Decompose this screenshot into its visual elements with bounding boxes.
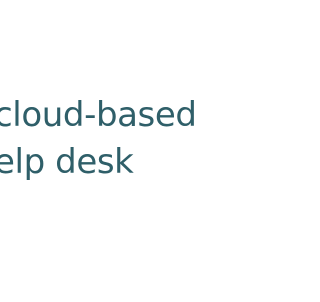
headline: cloud-based elp desk — [0, 92, 197, 186]
headline-line-2: elp desk — [0, 142, 134, 182]
page: cloud-based elp desk — [0, 0, 263, 302]
headline-line-1: cloud-based — [0, 95, 197, 135]
